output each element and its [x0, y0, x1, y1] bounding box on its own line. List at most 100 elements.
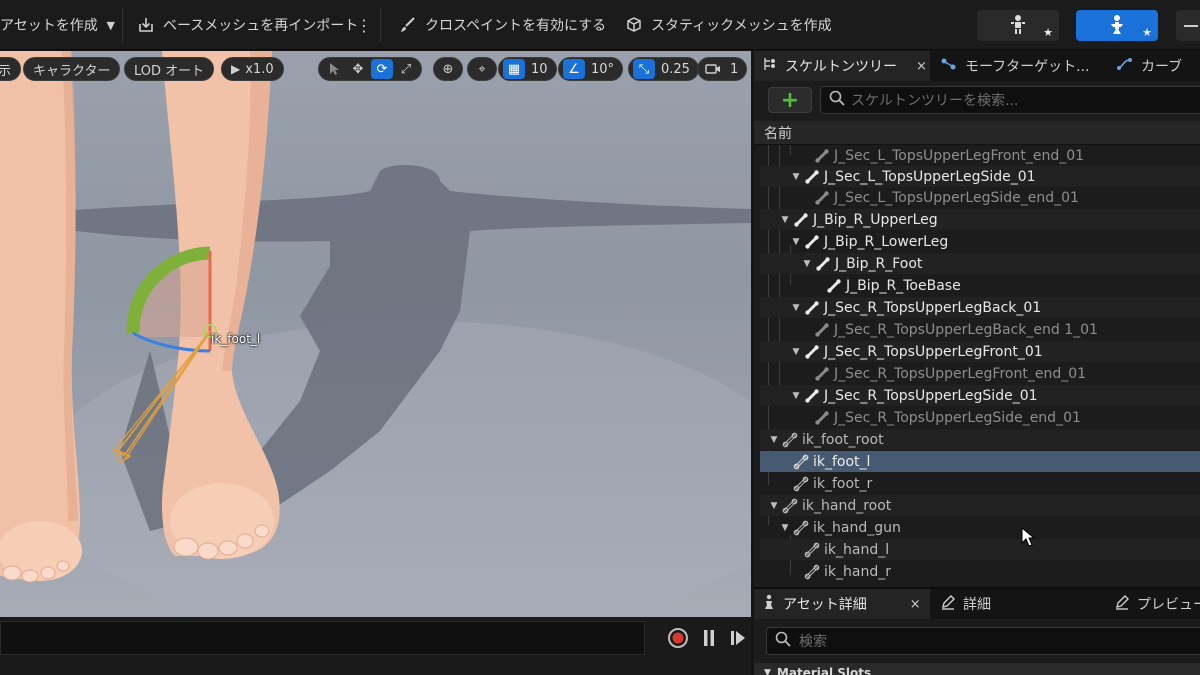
details-search-input[interactable]: 検索 — [766, 627, 1200, 655]
tab-details[interactable]: 詳細 — [932, 589, 999, 619]
toolbar-divider — [122, 8, 123, 42]
name-column-label: 名前 — [764, 125, 792, 142]
toolbar-divider — [380, 8, 381, 42]
tree-row[interactable]: J_Bip_R_ToeBase — [760, 275, 1200, 296]
tree-row[interactable]: J_Sec_L_TopsUpperLegSide_end_01 — [760, 187, 1200, 208]
tree-row[interactable]: J_Sec_R_TopsUpperLegSide_end_01 — [760, 407, 1200, 428]
surface-snap-toggle[interactable]: ⌖ — [467, 57, 497, 81]
skeleton-search-input[interactable]: スケルトンツリーを検索... — [820, 86, 1200, 114]
bone-name: ik_foot_r — [813, 475, 873, 492]
tab-morph-target[interactable]: モーフターゲット... — [932, 51, 1098, 81]
tree-row[interactable]: ▼ J_Sec_R_TopsUpperLegBack_01 — [760, 297, 1200, 318]
expand-arrow-icon[interactable]: ▼ — [790, 347, 802, 357]
grid-snap-toggle[interactable]: ▦ 10 — [498, 57, 557, 81]
tree-row-selected[interactable]: ik_foot_l — [760, 451, 1200, 472]
tree-row[interactable]: ▼ J_Bip_R_UpperLeg — [760, 209, 1200, 230]
expand-arrow-icon[interactable]: ▼ — [768, 435, 780, 445]
bone-outline-icon — [780, 431, 800, 449]
star-icon: ★ — [1142, 26, 1152, 39]
bone-name: J_Bip_R_Foot — [835, 255, 923, 272]
skeleton-tree: J_Sec_L_TopsUpperLegFront_end_01 ▼ J_Sec… — [754, 145, 1200, 583]
bone-name: ik_hand_l — [824, 541, 890, 558]
expand-arrow-icon[interactable]: ▼ — [790, 391, 802, 401]
curve-icon — [1116, 57, 1134, 75]
angle-snap-toggle[interactable]: ∠ 10° — [558, 57, 624, 81]
world-local-toggle[interactable]: ⊕ — [433, 57, 463, 81]
tree-row[interactable]: ▼ J_Sec_R_TopsUpperLegFront_01 — [760, 341, 1200, 362]
tree-row[interactable]: ▼ J_Bip_R_Foot — [760, 253, 1200, 274]
tab-curves-label: カーブ — [1141, 59, 1183, 75]
expand-arrow-icon[interactable]: ▼ — [779, 523, 791, 533]
tree-row[interactable]: ▼ J_Sec_L_TopsUpperLegSide_01 — [760, 166, 1200, 187]
expand-arrow-icon[interactable]: ▼ — [801, 259, 813, 269]
playback-speed-button[interactable]: ▶ x1.0 — [221, 57, 284, 81]
scale-snap-toggle[interactable]: ⤡ 0.25 — [628, 57, 699, 81]
tree-row[interactable]: ▼ ik_hand_gun — [760, 517, 1200, 538]
create-asset-button[interactable]: アセットを作成 ▼ — [0, 0, 117, 50]
tree-row[interactable]: ▼ ik_foot_root — [760, 429, 1200, 450]
select-arrow-icon[interactable] — [323, 59, 345, 79]
bone-name: J_Sec_L_TopsUpperLegSide_end_01 — [834, 189, 1079, 206]
bone-name: ik_hand_r — [824, 563, 891, 580]
tree-row[interactable]: ik_hand_r — [760, 561, 1200, 582]
mesh-mode-icon — [1106, 13, 1128, 39]
timeline-bar — [0, 617, 751, 675]
tree-row[interactable]: ▼ ik_hand_root — [760, 495, 1200, 516]
static-mesh-button[interactable]: スタティックメッシュを作成 — [624, 0, 832, 50]
cloth-paint-button[interactable]: クロスペイントを有効にする — [398, 0, 606, 50]
tab-skeleton-tree[interactable]: スケルトンツリー × — [754, 51, 930, 81]
tree-row[interactable]: ▼ J_Bip_R_LowerLeg — [760, 231, 1200, 252]
rotate-icon[interactable]: ⟳ — [371, 59, 393, 79]
record-button[interactable] — [667, 627, 689, 649]
tab-asset-details[interactable]: アセット詳細 × — [754, 589, 930, 619]
reimport-mesh-button[interactable]: ベースメッシュを再インポート — [136, 0, 358, 50]
pause-button[interactable] — [698, 627, 720, 649]
material-slots-section[interactable]: ▼ Material Slots — [754, 663, 1200, 675]
bone-name-label: ik_foot_l — [211, 332, 261, 346]
search-icon — [829, 90, 845, 110]
surface-snap-icon: ⌖ — [478, 61, 486, 77]
tree-row[interactable]: ik_foot_r — [760, 473, 1200, 494]
skeleton-mode-button[interactable]: ★ — [977, 10, 1059, 41]
expand-arrow-icon[interactable]: ▼ — [790, 172, 802, 182]
bone-icon — [802, 299, 822, 317]
tree-row[interactable]: ▼ J_Sec_R_TopsUpperLegSide_01 — [760, 385, 1200, 406]
expand-arrow-icon[interactable]: ▼ — [790, 303, 802, 313]
tab-preview[interactable]: プレビュー — [1106, 589, 1200, 619]
search-icon — [775, 631, 791, 651]
plus-icon: + — [780, 87, 800, 113]
bone-icon — [802, 233, 822, 251]
camera-icon — [702, 59, 724, 79]
tree-row[interactable]: ik_hand_l — [760, 539, 1200, 560]
more-options-button[interactable]: ⋮ — [356, 0, 372, 50]
chevron-down-icon: ▼ — [106, 18, 115, 32]
reimport-icon — [136, 15, 156, 35]
expand-arrow-icon[interactable]: ▼ — [779, 215, 791, 225]
character-menu-button[interactable]: キャラクター — [23, 57, 121, 81]
expand-arrow-icon[interactable]: ▼ — [790, 237, 802, 247]
expand-arrow-icon[interactable]: ▼ — [768, 501, 780, 511]
morph-target-icon — [940, 57, 958, 75]
tab-asset-details-label: アセット詳細 — [783, 597, 867, 613]
scale-icon[interactable]: ⤢ — [395, 59, 417, 79]
camera-speed-button[interactable]: 1 — [697, 57, 748, 81]
animation-mode-button[interactable] — [1176, 10, 1200, 41]
translate-icon[interactable]: ✥ — [347, 59, 369, 79]
bone-icon — [812, 189, 832, 207]
mesh-mode-button[interactable]: ★ — [1076, 10, 1158, 41]
tab-curves[interactable]: カーブ — [1108, 51, 1190, 81]
name-column-header[interactable]: 名前 — [754, 121, 1200, 145]
tree-row[interactable]: J_Sec_R_TopsUpperLegFront_end_01 — [760, 363, 1200, 384]
play-forward-button[interactable] — [727, 627, 749, 649]
lod-menu-button[interactable]: LOD オート — [124, 57, 215, 81]
add-bone-button[interactable]: + — [768, 87, 812, 113]
transform-tools: ✥ ⟳ ⤢ — [318, 57, 422, 81]
tree-row[interactable]: J_Sec_L_TopsUpperLegFront_end_01 — [760, 145, 1200, 166]
timeline-track[interactable] — [0, 621, 645, 655]
bone-name: J_Sec_R_TopsUpperLegSide_01 — [824, 387, 1038, 404]
tree-row[interactable]: J_Sec_R_TopsUpperLegBack_end 1_01 — [760, 319, 1200, 340]
close-icon[interactable]: × — [910, 597, 921, 612]
viewport[interactable]: ik_foot_l 示 キャラクター LOD オート ▶ x1.0 ✥ ⟳ ⤢ … — [0, 51, 751, 617]
close-icon[interactable]: × — [916, 59, 927, 74]
camera-speed-value: 1 — [730, 61, 739, 77]
